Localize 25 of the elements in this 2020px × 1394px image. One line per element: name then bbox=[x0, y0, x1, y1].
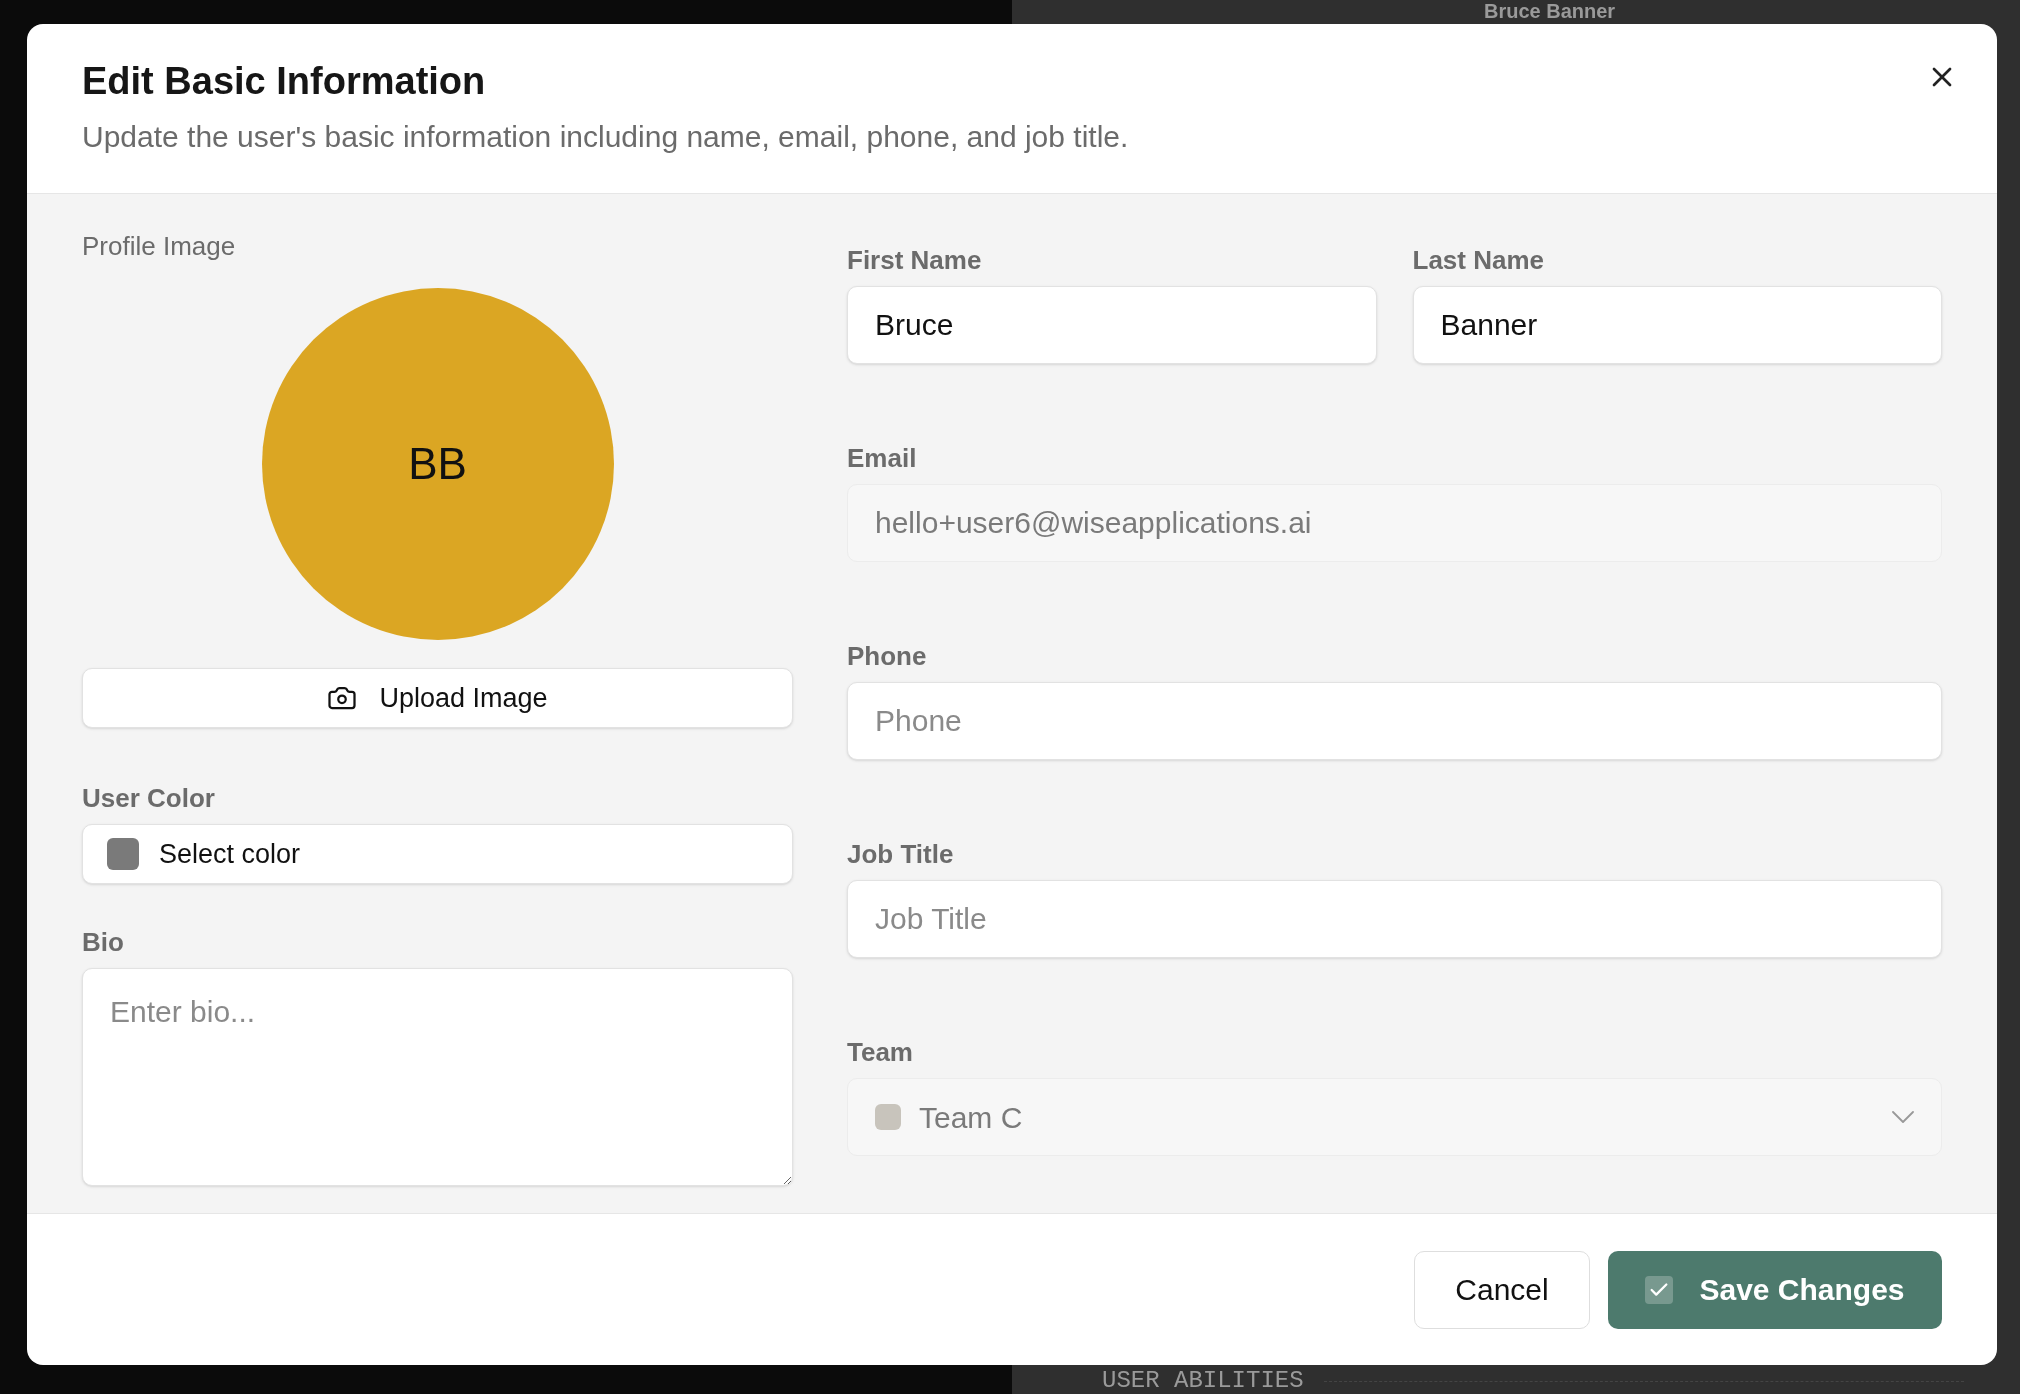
field-label: First Name bbox=[847, 244, 983, 276]
avatar-initials: BB bbox=[408, 438, 467, 490]
color-picker[interactable]: Select color bbox=[82, 824, 793, 884]
upload-image-button[interactable]: Upload Image bbox=[82, 668, 793, 728]
field-label: Team bbox=[847, 1036, 914, 1068]
field-label: User Color bbox=[82, 782, 216, 814]
field-label: Job Title bbox=[847, 838, 955, 870]
dialog-description: Update the user's basic information including name, email, phone, and job title. bbox=[82, 119, 1130, 155]
field-label: Profile Image bbox=[82, 230, 237, 262]
bio-field[interactable]: Enter bio... bbox=[82, 968, 793, 1186]
input-field[interactable]: Phone bbox=[847, 682, 1942, 760]
page-heading: Bruce Banner bbox=[1484, 0, 1616, 22]
field-label: Bio bbox=[82, 926, 125, 958]
dialog-title: Edit Basic Information bbox=[82, 59, 487, 104]
field-label: Email bbox=[847, 442, 918, 474]
check-icon bbox=[1645, 1275, 1674, 1304]
section-title: USER ABILITIES bbox=[1102, 1368, 1304, 1394]
cancel-button[interactable]: Cancel bbox=[1414, 1250, 1590, 1329]
field-label: Last Name bbox=[1412, 244, 1545, 276]
input-field[interactable]: Bruce bbox=[847, 286, 1377, 364]
chevron-down-icon bbox=[1892, 1111, 1914, 1123]
input-field[interactable]: Job Title bbox=[847, 880, 1942, 958]
save-changes-button[interactable]: Save Changes bbox=[1608, 1250, 1942, 1329]
field-label: Phone bbox=[847, 640, 928, 672]
input-field[interactable]: Banner bbox=[1412, 286, 1942, 364]
